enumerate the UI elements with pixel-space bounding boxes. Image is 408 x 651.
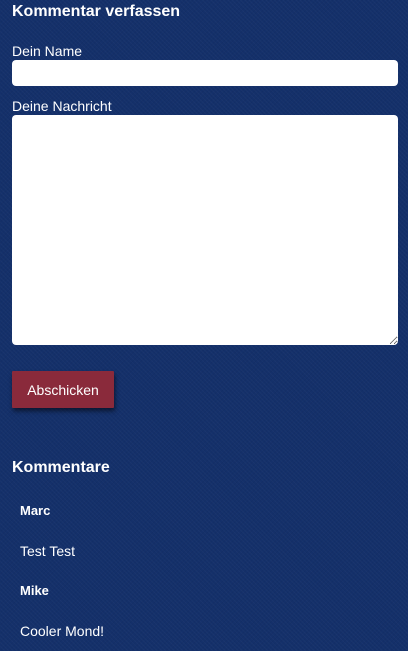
comments-title: Kommentare bbox=[12, 459, 110, 476]
message-label: Deine Nachricht bbox=[12, 98, 112, 114]
name-label: Dein Name bbox=[12, 43, 83, 59]
message-textarea[interactable] bbox=[12, 115, 398, 345]
comment-author: Marc bbox=[20, 503, 51, 518]
submit-button[interactable]: Abschicken bbox=[12, 371, 114, 408]
name-input[interactable] bbox=[12, 60, 398, 86]
comment-text: Cooler Mond! bbox=[20, 623, 105, 639]
comment-text: Test Test bbox=[20, 543, 75, 559]
comment-form-title: Kommentar verfassen bbox=[12, 3, 181, 20]
comment-author: Mike bbox=[20, 583, 49, 598]
